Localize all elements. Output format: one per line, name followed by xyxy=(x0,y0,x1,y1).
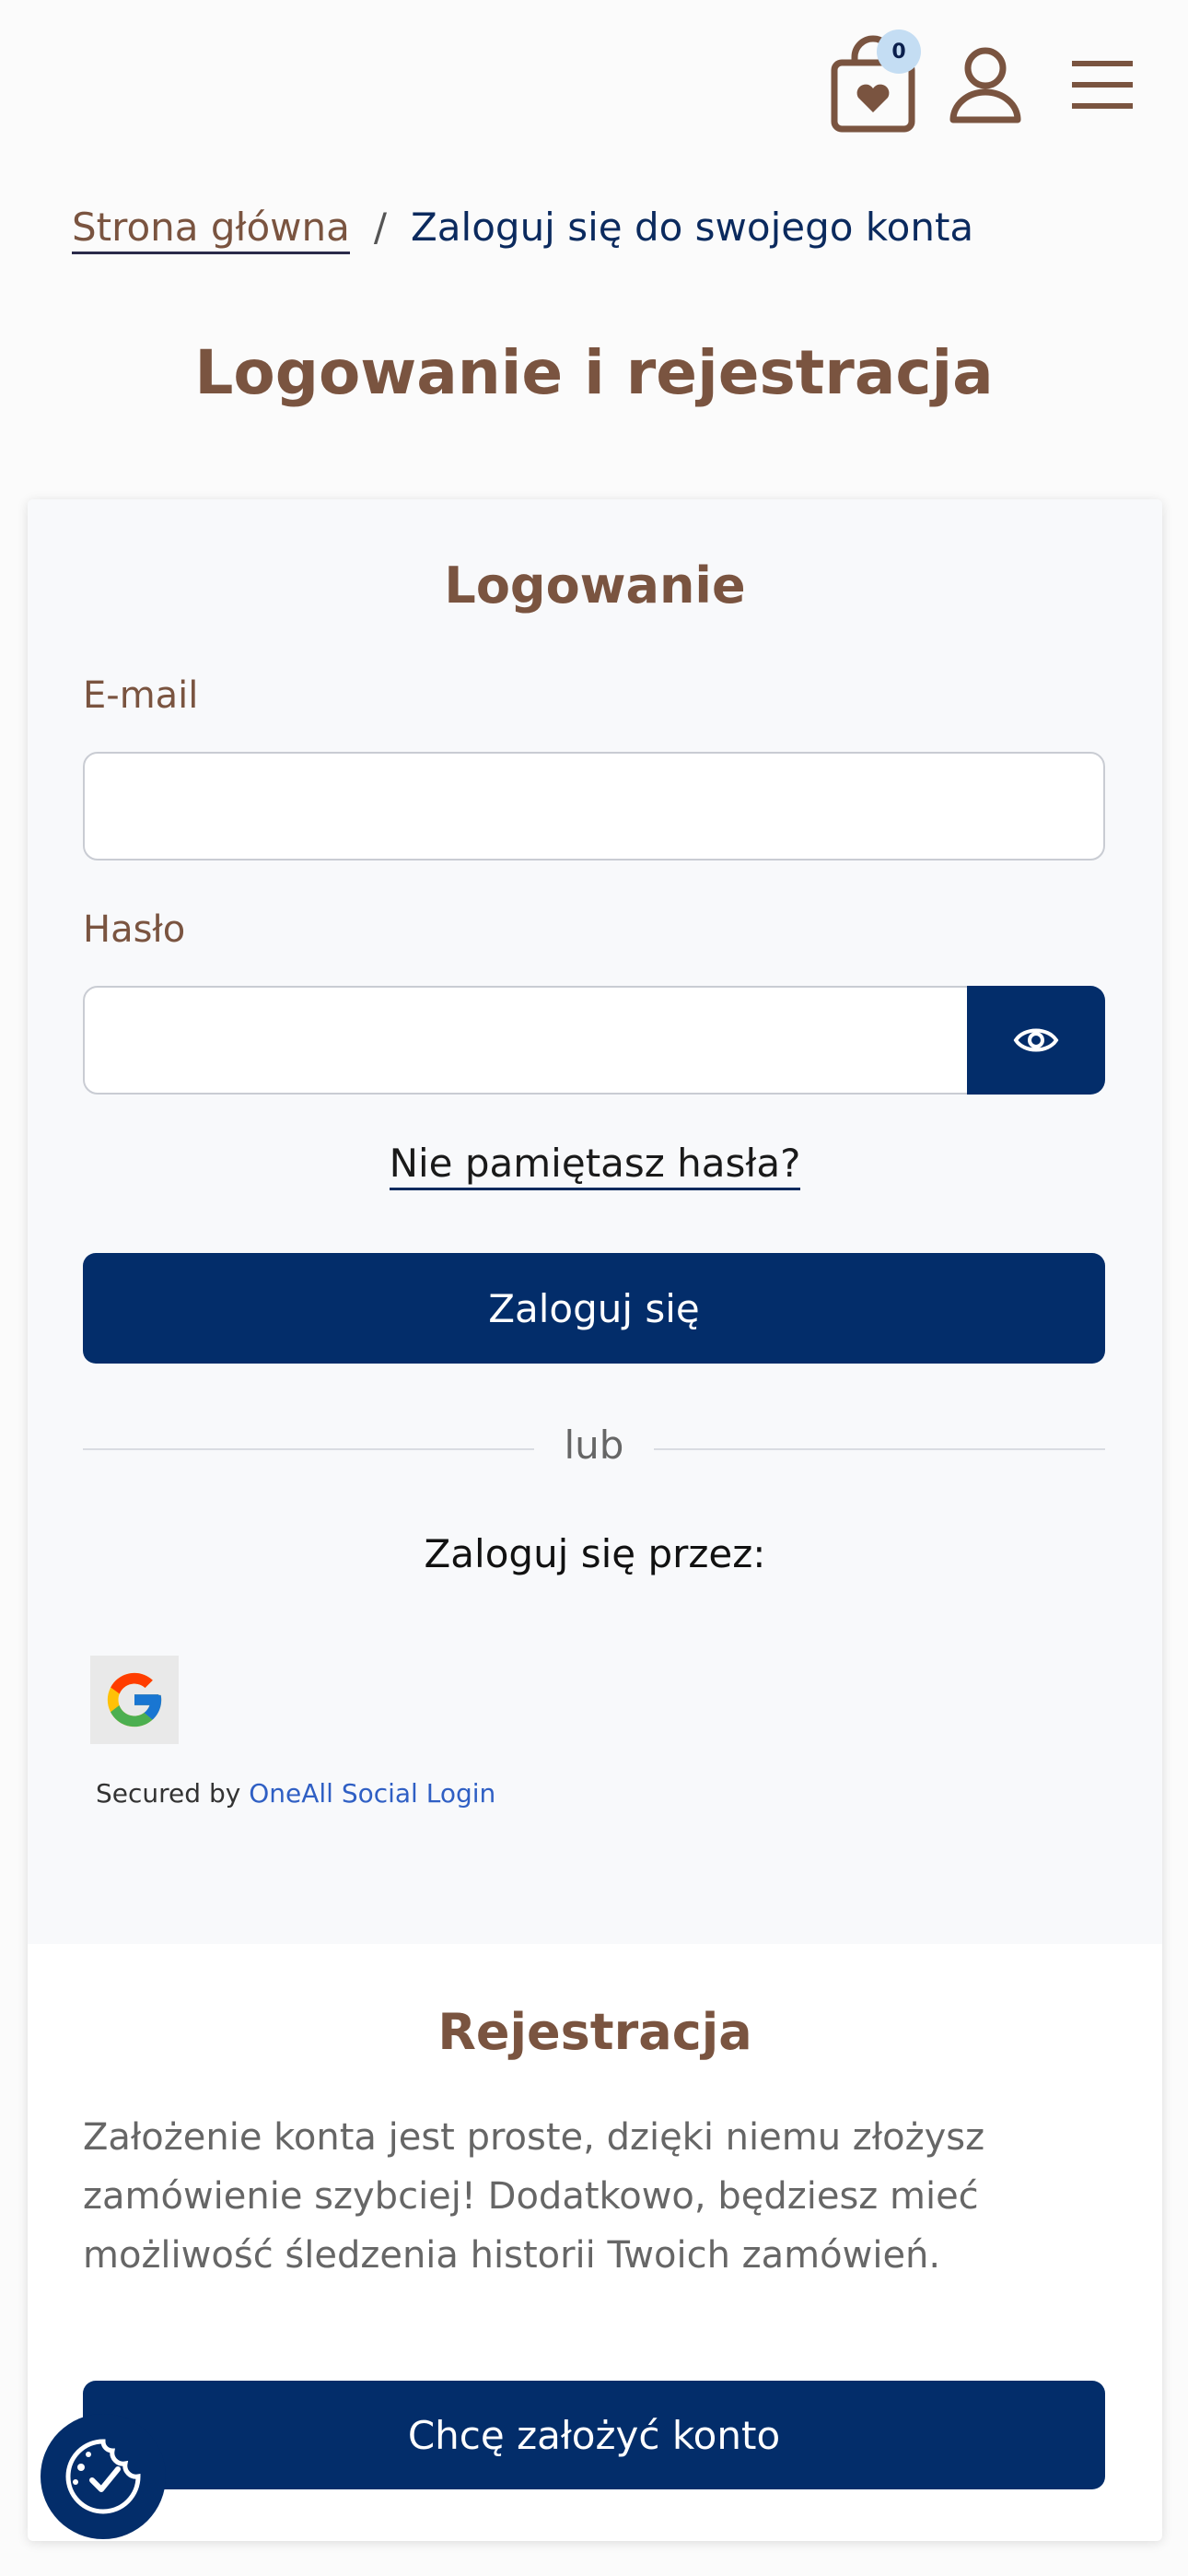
create-account-button[interactable]: Chcę założyć konto xyxy=(83,2381,1105,2489)
menu-button[interactable] xyxy=(1070,57,1135,112)
site-header: 0 xyxy=(0,0,1188,166)
breadcrumb-home-link[interactable]: Strona główna xyxy=(72,205,350,254)
auth-card: Logowanie E-mail Hasło Nie pamiętasz has… xyxy=(28,499,1162,2541)
eye-icon xyxy=(1013,1028,1059,1052)
password-label: Hasło xyxy=(83,908,186,951)
or-text: lub xyxy=(564,1423,624,1468)
google-icon xyxy=(107,1672,162,1727)
forgot-password-link[interactable]: Nie pamiętasz hasła? xyxy=(389,1141,801,1190)
page-title: Logowanie i rejestracja xyxy=(194,337,994,408)
oneall-link[interactable]: OneAll Social Login xyxy=(249,1778,495,1809)
breadcrumb-current: Zaloguj się do swojego konta xyxy=(411,205,974,250)
breadcrumb: Strona główna / Zaloguj się do swojego kon… xyxy=(72,205,974,254)
secured-by-text: Secured by OneAll Social Login xyxy=(96,1778,495,1809)
login-title: Logowanie xyxy=(444,556,746,615)
register-title: Rejestracja xyxy=(437,2003,752,2061)
cookie-consent-icon xyxy=(65,2439,141,2514)
account-button[interactable] xyxy=(949,46,1022,123)
email-input[interactable] xyxy=(83,752,1105,861)
google-login-button[interactable] xyxy=(90,1656,179,1744)
cart-count-badge: 0 xyxy=(877,29,921,74)
secured-by-label: Secured by xyxy=(96,1778,241,1809)
show-password-button[interactable] xyxy=(967,986,1105,1095)
login-button[interactable]: Zaloguj się xyxy=(83,1253,1105,1364)
login-section: Logowanie E-mail Hasło Nie pamiętasz has… xyxy=(28,499,1162,1944)
breadcrumb-separator: / xyxy=(373,205,388,250)
email-label: E-mail xyxy=(83,674,199,717)
social-login-label: Zaloguj się przez: xyxy=(424,1531,766,1576)
forgot-password-wrapper: Nie pamiętasz hasła? xyxy=(28,1141,1162,1190)
or-divider: lub xyxy=(83,1421,1105,1476)
password-input[interactable] xyxy=(83,986,969,1095)
user-icon xyxy=(949,47,1021,123)
cookie-consent-button[interactable] xyxy=(41,2414,166,2539)
register-description: Założenie konta jest proste, dzięki niem… xyxy=(83,2116,985,2277)
hamburger-menu-icon xyxy=(1072,61,1133,109)
